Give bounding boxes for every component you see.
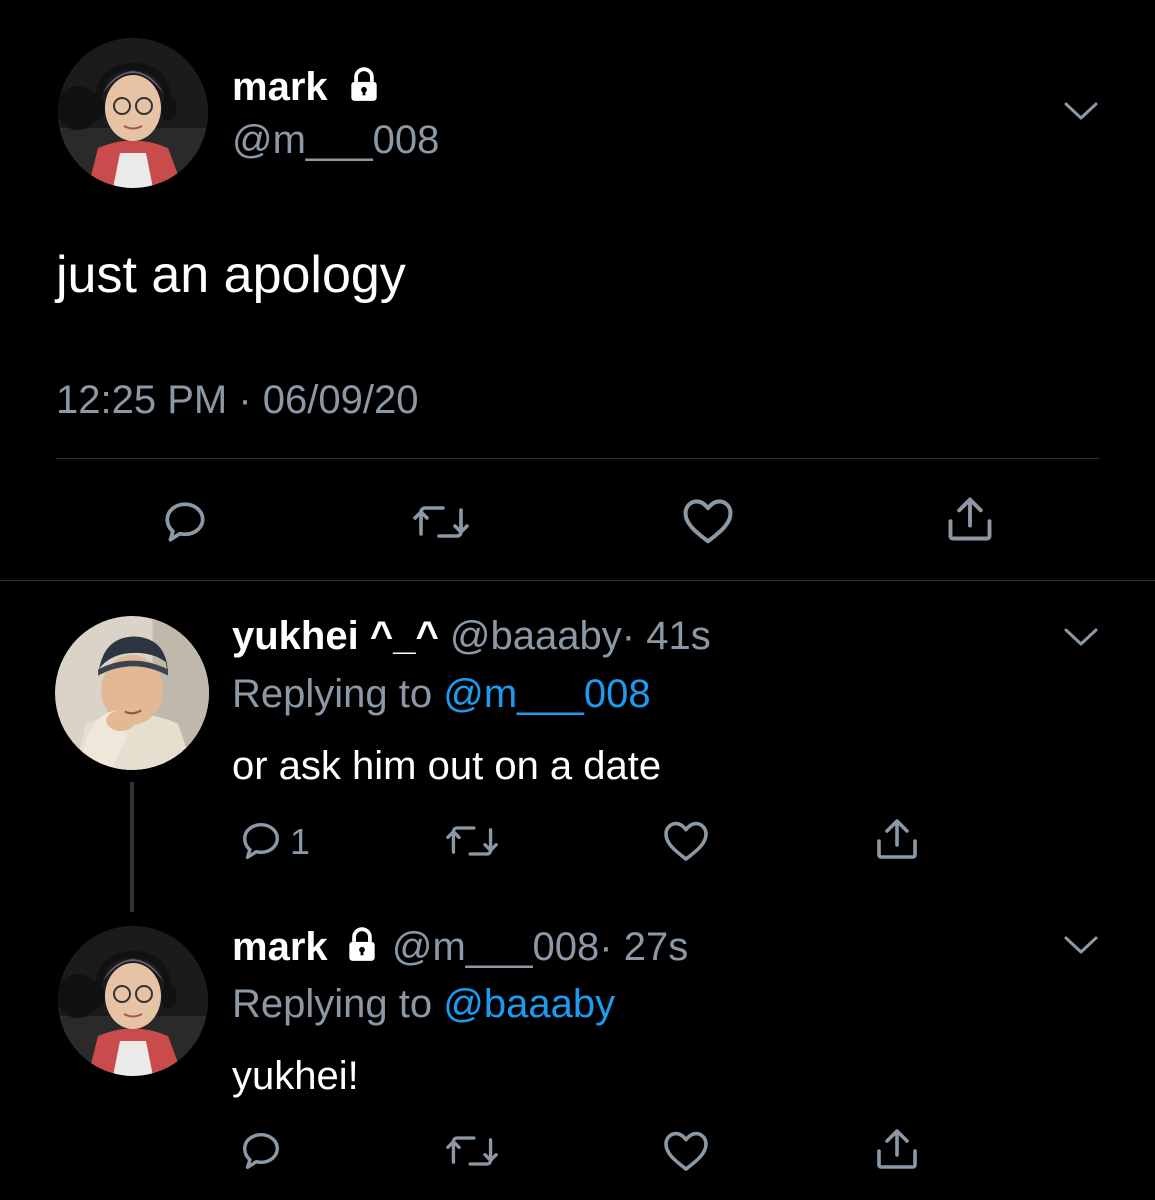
divider: [56, 458, 1099, 459]
share-icon[interactable]: [944, 492, 996, 546]
handle[interactable]: @m___008: [392, 925, 599, 969]
avatar-reply-2[interactable]: [58, 926, 208, 1076]
reply-count: 1: [290, 821, 311, 862]
chevron-down-icon[interactable]: [1062, 930, 1100, 960]
replying-label: Replying to: [232, 672, 433, 716]
lock-icon: [345, 66, 383, 104]
chevron-down-icon[interactable]: [1062, 96, 1100, 126]
chevron-down-icon[interactable]: [1062, 622, 1100, 652]
lock-icon: [343, 926, 381, 964]
reply-icon[interactable]: [160, 497, 210, 547]
replying-to-link[interactable]: @baaaby: [443, 982, 615, 1026]
tweet-text: just an apology: [56, 246, 406, 304]
section-divider: [0, 580, 1155, 581]
like-icon[interactable]: [681, 496, 735, 546]
time-ago: · 27s: [599, 925, 689, 969]
reply-text: or ask him out on a date: [232, 744, 662, 788]
retweet-icon[interactable]: [413, 497, 469, 547]
like-icon[interactable]: [662, 1128, 710, 1174]
display-name[interactable]: yukhei ^_^: [232, 614, 439, 658]
avatar-reply-1[interactable]: [55, 616, 209, 770]
reply-text: yukhei!: [232, 1054, 359, 1098]
time-ago: · 41s: [621, 614, 711, 658]
replying-label: Replying to: [232, 982, 433, 1026]
thread-line: [130, 782, 134, 912]
reply-icon[interactable]: [238, 818, 284, 864]
display-name[interactable]: mark: [232, 925, 328, 969]
avatar-main[interactable]: [58, 38, 208, 188]
display-name[interactable]: mark: [232, 65, 328, 109]
replying-to-link[interactable]: @m___008: [443, 672, 650, 716]
reply-icon[interactable]: [238, 1128, 284, 1174]
handle[interactable]: @m___008: [232, 116, 439, 164]
handle[interactable]: @baaaby: [450, 614, 622, 658]
timestamp: 12:25 PM · 06/09/20: [56, 378, 419, 422]
share-icon[interactable]: [873, 814, 921, 864]
like-icon[interactable]: [662, 818, 710, 864]
retweet-icon[interactable]: [446, 818, 498, 864]
share-icon[interactable]: [873, 1124, 921, 1174]
retweet-icon[interactable]: [446, 1128, 498, 1174]
